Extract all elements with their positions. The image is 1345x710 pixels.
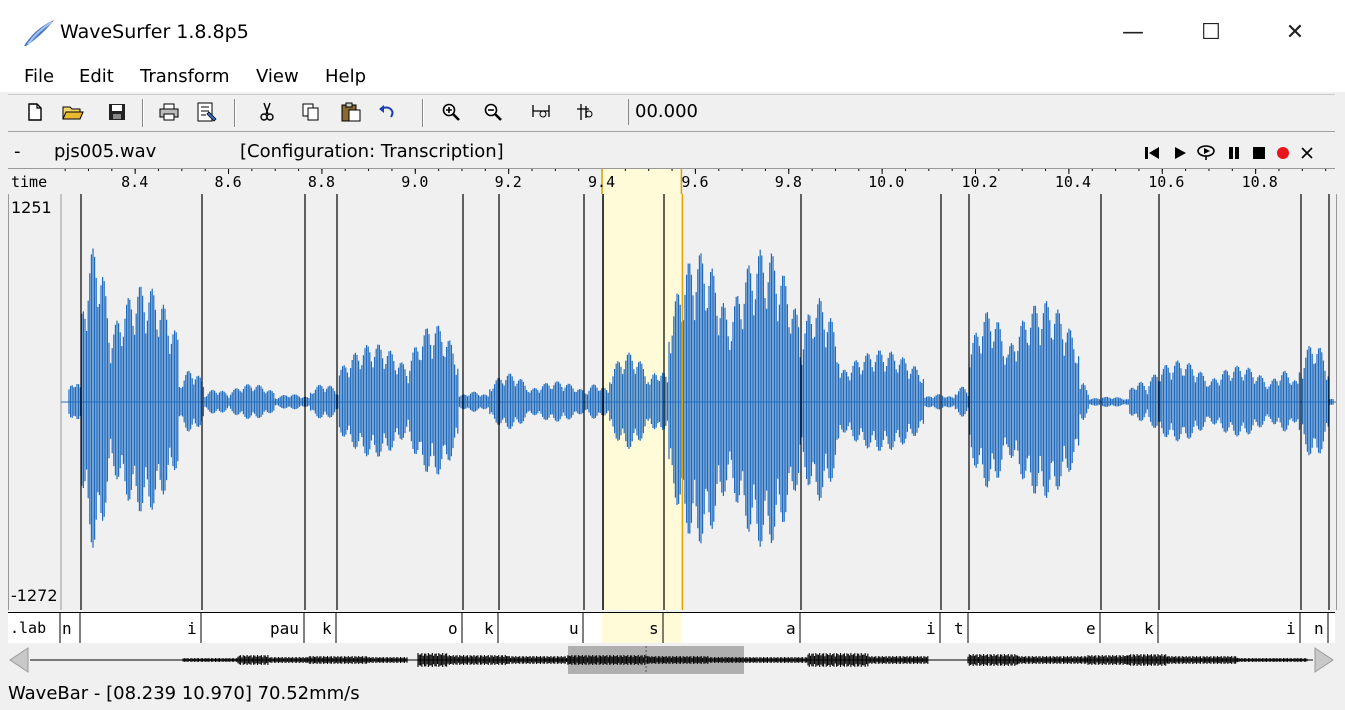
record-icon[interactable] (1272, 142, 1294, 164)
segment-label[interactable]: t (954, 619, 964, 638)
cursor-time-display: 00.000 (628, 99, 755, 125)
scroll-right-icon[interactable] (1314, 647, 1334, 673)
menu-transform[interactable]: Transform (140, 66, 230, 87)
segment-label[interactable]: k (322, 619, 332, 638)
segment-label[interactable]: a (786, 619, 796, 638)
close-window-button[interactable]: ✕ (1272, 14, 1318, 50)
segment-label[interactable]: s (649, 619, 659, 638)
segment-label[interactable]: i (926, 619, 936, 638)
tick-label: 9.4 (588, 173, 616, 191)
paste-icon[interactable] (338, 99, 364, 125)
title-bar: WaveSurfer 1.8.8p5 — ☐ ✕ (0, 0, 1345, 62)
go-to-start-icon[interactable] (1141, 142, 1163, 164)
play-loop-icon[interactable] (1195, 142, 1217, 164)
tick-label: 9.8 (774, 173, 802, 191)
new-file-icon[interactable] (22, 99, 48, 125)
label-boundaries (59, 613, 1329, 643)
menu-help[interactable]: Help (325, 66, 366, 87)
print-icon[interactable] (156, 99, 182, 125)
scroll-left-icon[interactable] (9, 647, 29, 673)
stop-icon[interactable] (1248, 142, 1270, 164)
undo-icon[interactable] (374, 99, 400, 125)
copy-icon[interactable] (298, 99, 324, 125)
minimize-button[interactable]: — (1110, 14, 1156, 50)
tick-label: 9.2 (494, 173, 522, 191)
tick-label: 9.6 (681, 173, 709, 191)
sound-info-bar: - pjs005.wav [Configuration: Transcripti… (8, 138, 1335, 168)
segment-label[interactable]: i (187, 619, 197, 638)
cut-icon[interactable] (254, 99, 280, 125)
tick-label: 10.0 (868, 173, 905, 191)
segment-label[interactable]: k (1144, 619, 1154, 638)
menu-view[interactable]: View (256, 66, 299, 87)
configuration-label: [Configuration: Transcription] (240, 141, 504, 162)
segment-label[interactable]: pau (270, 619, 299, 638)
segment-label[interactable]: e (1086, 619, 1096, 638)
label-tier[interactable]: .lab n i pau k o k u s a i t e k i n (8, 612, 1335, 644)
wavesurfer-logo-icon (24, 20, 54, 46)
toolbar: 00.000 (8, 94, 1335, 132)
app-window: WaveSurfer 1.8.8p5 — ☐ ✕ File Edit Trans… (0, 0, 1345, 710)
tick-label: 10.8 (1241, 173, 1278, 191)
zoom-fit-icon[interactable] (528, 99, 554, 125)
window-title: WaveSurfer 1.8.8p5 (60, 21, 249, 43)
tick-label: 10.2 (961, 173, 998, 191)
open-folder-icon[interactable] (60, 99, 86, 125)
segment-label[interactable]: n (1314, 619, 1324, 638)
zoom-in-icon[interactable] (438, 99, 464, 125)
waveform-panel[interactable]: 1251 -1272 (8, 194, 1337, 610)
overview-plot[interactable] (8, 643, 1335, 677)
maximize-button[interactable]: ☐ (1188, 14, 1234, 50)
toolbar-separator (142, 99, 143, 127)
time-axis-ticks (64, 169, 1327, 195)
segment-label[interactable]: n (62, 619, 72, 638)
tick-label: 8.8 (307, 173, 335, 191)
tick-label: 9.0 (401, 173, 429, 191)
tick-label: 10.6 (1148, 173, 1185, 191)
menu-file[interactable]: File (24, 66, 54, 87)
tick-label: 8.6 (214, 173, 242, 191)
wavebar-overview[interactable] (8, 643, 1335, 677)
save-icon[interactable] (104, 99, 130, 125)
properties-icon[interactable] (194, 99, 220, 125)
close-sound-icon[interactable] (1296, 142, 1318, 164)
waveform-plot[interactable] (9, 194, 1336, 610)
zoom-out-icon[interactable] (480, 99, 506, 125)
menu-bar: File Edit Transform View Help (0, 62, 1345, 92)
tick-label: 10.4 (1054, 173, 1091, 191)
segment-label[interactable]: u (569, 619, 579, 638)
segment-label[interactable]: i (1286, 619, 1296, 638)
zoom-selection-icon[interactable] (572, 99, 598, 125)
sound-filename: pjs005.wav (54, 141, 157, 162)
toolbar-separator (422, 99, 423, 127)
collapse-button[interactable]: - (14, 141, 21, 162)
tick-label: 8.4 (121, 173, 149, 191)
segment-label[interactable]: k (484, 619, 494, 638)
pause-icon[interactable] (1223, 142, 1245, 164)
play-icon[interactable] (1169, 142, 1191, 164)
waveform-trace (68, 248, 1334, 548)
time-axis: time 8.4 8.6 8.8 9.0 9.2 9.4 9.6 9.8 10.0 10.2 10.… (8, 168, 1335, 196)
toolbar-separator (234, 99, 235, 127)
tier-selection (602, 613, 682, 643)
segment-label[interactable]: o (448, 619, 458, 638)
menu-edit[interactable]: Edit (79, 66, 114, 87)
status-bar: WaveBar - [08.239 10.970] 70.52mm/s (8, 683, 360, 704)
